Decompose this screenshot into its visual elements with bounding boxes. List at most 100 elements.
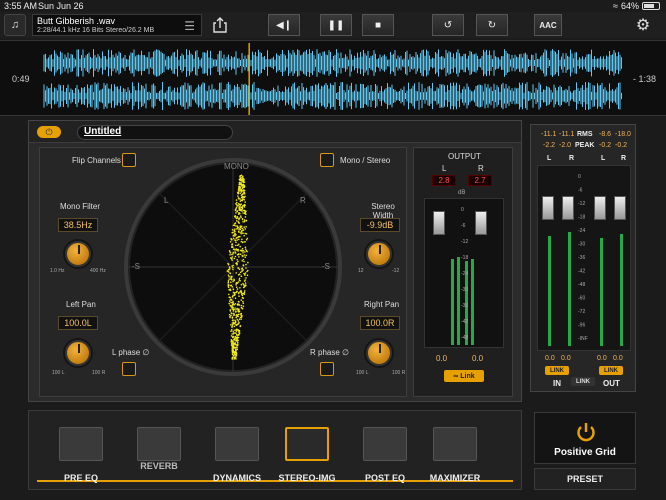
output-scale-tick: -48 [461,335,468,341]
io-meter-svg: 0 -6 -12 -18 -24 -30 -36 -42 -48 -60 -72 -96 -INF [548,174,623,346]
output-l-fader[interactable] [433,211,445,235]
right-pan-label: Right Pan [364,300,400,309]
right-pan-knob[interactable] [366,340,392,366]
module-power-button[interactable]: ⏻ [37,126,61,138]
power-icon: ⏻ [45,126,53,137]
brand-panel[interactable]: Positive Grid [534,412,636,464]
left-pan-knob[interactable] [65,340,91,366]
chain-module-maximizer[interactable] [433,427,477,461]
master-link-button[interactable]: LINK [571,377,595,386]
output-main-l-fader[interactable] [594,196,606,220]
out-label: OUT [603,379,620,388]
mono-filter-label: Mono Filter [60,202,101,211]
preset-button[interactable]: PRESET [534,468,636,490]
in-val-r: 0.0 [561,355,571,362]
chain-module-reverb[interactable] [137,427,181,461]
input-l-fader[interactable] [542,196,554,220]
output-scale-tick: -6 [461,223,466,229]
stereo-width-value[interactable]: -9.9dB [360,218,400,232]
output-scale-tick: -36 [461,303,468,309]
right-pan-max: 100 R [392,370,406,376]
out-val-l: 0.0 [597,355,607,362]
out-r-label: R [621,155,627,162]
io-scale-tick: -18 [578,215,585,221]
output-scale-tick: -12 [461,239,468,245]
top-toolbar: ♫ Butt Gibberish .wav 2:28/44.1 kHz 16 B… [0,12,666,38]
waveform-view[interactable]: 0:49 - 1:38 [0,40,666,116]
output-r-fader[interactable] [475,211,487,235]
chain-module-post-eq[interactable] [363,427,407,461]
scope-svg [128,162,338,372]
rms-in-r: -11.1 [559,131,575,138]
io-meter-box: 0 -6 -12 -18 -24 -30 -36 -42 -48 -60 -72 -96 -INF [537,165,631,351]
chain-module-stereo-img[interactable] [285,427,329,461]
in-label: IN [553,379,561,388]
pause-icon: ❚❚ [327,19,345,31]
input-link-button[interactable]: LINK [545,366,569,375]
chain-module-label: MAXIMIZER [429,473,481,483]
mono-filter-min: 1.0 Hz [50,268,65,274]
output-main-r-fader[interactable] [614,196,626,220]
output-r-value: 0.0 [472,354,484,363]
status-time: 3:55 AM [4,1,38,11]
left-pan-min: 100 L [52,370,65,376]
preset-name-field[interactable]: Untitled [77,125,233,140]
output-scale-tick: -18 [461,255,468,261]
music-note-icon: ♫ [10,19,20,31]
status-battery: ≈ 64% [613,1,660,11]
right-pan-min: 100 L [356,370,369,376]
hamburger-menu-icon[interactable]: ☰ [184,19,195,33]
skip-back-button[interactable]: ◀❙ [268,14,300,36]
peak-out-r: -0.2 [615,142,628,149]
pause-button[interactable]: ❚❚ [320,14,352,36]
stereo-imager-panel: ⏻ Untitled Flip Channels Mono / Stereo M… [28,120,522,402]
output-meter-bar [451,259,454,345]
io-scale-tick: -60 [578,296,585,302]
stop-button[interactable]: ■ [362,14,394,36]
chain-module-dynamics[interactable] [215,427,259,461]
mono-filter-value[interactable]: 38.5Hz [58,218,98,232]
chain-module-label: DYNAMICS [212,473,261,483]
input-r-fader[interactable] [562,196,574,220]
file-meta: 2:28/44.1 kHz 16 Bits Stereo/26.2 MB [37,27,155,34]
output-scale-tick: 0 [461,207,464,213]
redo-button[interactable]: ↻ [476,14,508,36]
in-val-l: 0.0 [545,355,555,362]
chain-module-label: PRE EQ [63,473,98,483]
music-library-button[interactable]: ♫ [4,14,26,36]
chain-module-pre-eq[interactable] [59,427,103,461]
right-pan-value[interactable]: 100.0R [360,316,400,330]
io-scale-tick: -48 [578,282,585,288]
waveform-channel-1 [43,49,622,77]
undo-button[interactable]: ↺ [432,14,464,36]
output-link-button[interactable]: ∞ Link [444,370,484,382]
output-scale-tick: -42 [461,319,468,325]
output-r-peak: 2.7 [468,175,492,186]
rms-out-l: -8.6 [599,131,612,138]
file-info[interactable]: Butt Gibberish .wav 2:28/44.1 kHz 16 Bit… [32,14,202,36]
battery-icon [642,2,660,10]
stereo-width-min: 12 [358,268,364,274]
out-l-label: L [601,155,606,162]
file-name: Butt Gibberish .wav [37,16,116,26]
left-pan-max: 100 R [92,370,106,376]
io-meter-bar [620,234,623,346]
out-val-r: 0.0 [613,355,623,362]
scope-r-label: R [300,196,306,205]
scope-neg-s-left: -S [132,262,140,271]
left-pan-label: Left Pan [66,300,96,309]
output-link-small-button[interactable]: LINK [599,366,623,375]
chain-module-label: POST EQ [364,473,405,483]
output-meter-bar [471,259,474,345]
format-button[interactable]: AAC [534,14,562,36]
scope-neg-s-right: -S [322,262,330,271]
mono-filter-knob[interactable] [65,241,91,267]
link-icon: ∞ [453,372,461,380]
settings-button[interactable]: ⚙ [630,14,656,36]
peak-in-r: -2.0 [559,142,572,149]
chain-module-label: STEREO-IMG [278,473,336,483]
in-l-label: L [547,155,552,162]
left-pan-value[interactable]: 100.0L [58,316,98,330]
stereo-width-knob[interactable] [366,241,392,267]
share-button[interactable] [208,14,232,36]
